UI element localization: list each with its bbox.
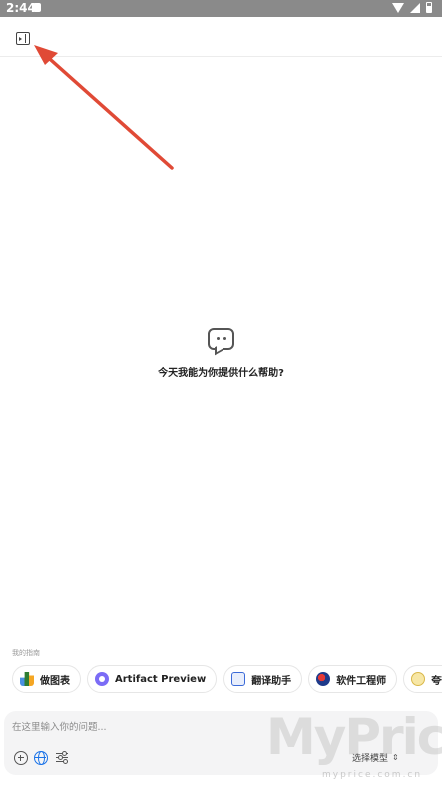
message-input[interactable] xyxy=(12,719,412,735)
status-bar: 2:44 xyxy=(0,0,442,17)
chip-label: Artifact Preview xyxy=(115,673,207,685)
shortcut-chip-engineer[interactable]: 软件工程师 xyxy=(308,665,398,693)
notification-icon xyxy=(33,3,41,12)
model-selector-label: 选择模型 xyxy=(352,754,389,764)
web-search-icon[interactable] xyxy=(34,751,48,765)
status-time: 2:44 xyxy=(6,1,36,15)
sidebar-toggle-icon[interactable] xyxy=(16,32,30,45)
model-selector[interactable]: 选择模型 ⇕ xyxy=(352,751,399,764)
chip-label: 做图表 xyxy=(40,675,70,687)
settings-sliders-icon[interactable] xyxy=(56,751,70,766)
status-icons xyxy=(392,2,432,13)
add-attachment-icon[interactable] xyxy=(14,751,28,765)
shortcut-chip-artifact-preview[interactable]: Artifact Preview xyxy=(87,665,218,693)
chat-bubble-icon xyxy=(208,328,234,350)
shortcuts-label: 我的指南 xyxy=(12,649,40,657)
chip-label: 夸夸机 xyxy=(431,675,442,687)
shortcut-chips: 做图表 Artifact Preview 翻译助手 软件工程师 夸夸机 xyxy=(12,665,442,693)
signal-icon xyxy=(410,2,420,13)
chevron-updown-icon: ⇕ xyxy=(392,753,399,762)
shortcut-chip-translate[interactable]: 翻译助手 xyxy=(223,665,303,693)
bar-chart-icon xyxy=(20,672,34,686)
top-bar xyxy=(0,17,442,57)
welcome-message: 今天我能为你提供什么帮助? xyxy=(158,368,284,379)
chip-label: 翻译助手 xyxy=(251,675,292,687)
chip-label: 软件工程师 xyxy=(336,675,387,687)
praise-icon xyxy=(411,672,426,686)
shortcut-chip-chart[interactable]: 做图表 xyxy=(12,665,81,693)
shortcut-chip-praise[interactable]: 夸夸机 xyxy=(403,665,442,693)
message-composer: 选择模型 ⇕ xyxy=(4,711,438,775)
wifi-icon xyxy=(392,2,404,13)
welcome-section: 今天我能为你提供什么帮助? xyxy=(0,328,442,379)
battery-icon xyxy=(426,2,432,13)
engineer-icon xyxy=(316,672,331,686)
translate-icon xyxy=(231,672,246,686)
artifact-icon xyxy=(95,672,109,686)
